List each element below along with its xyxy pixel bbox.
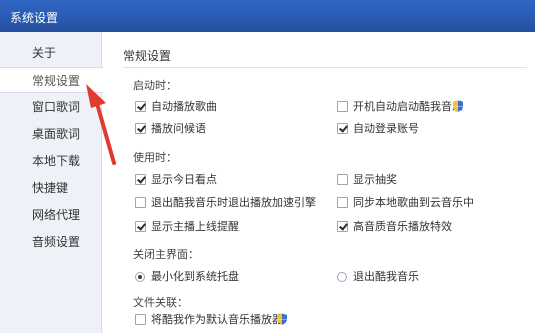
sidebar-item-general[interactable]: 常规设置 bbox=[0, 67, 103, 93]
checkbox-box bbox=[135, 221, 146, 232]
checkbox-label: 显示主播上线提醒 bbox=[151, 220, 239, 233]
checkbox-box bbox=[135, 101, 146, 112]
radio-label: 最小化到系统托盘 bbox=[151, 270, 239, 283]
checkbox-box bbox=[337, 197, 348, 208]
close-group-label: 关闭主界面： bbox=[133, 248, 199, 261]
sidebar-item-window-lyrics[interactable]: 窗口歌词 bbox=[0, 94, 102, 120]
checkbox-label: 播放问候语 bbox=[151, 122, 206, 135]
sidebar-item-proxy[interactable]: 网络代理 bbox=[0, 202, 102, 228]
checkbox-box bbox=[135, 197, 146, 208]
sidebar-item-desktop-lyrics[interactable]: 桌面歌词 bbox=[0, 121, 102, 147]
checkbox-label: 退出酷我音乐时退出播放加速引擎 bbox=[151, 196, 316, 209]
radio-dot bbox=[337, 272, 347, 282]
checkbox-label: 显示今日看点 bbox=[151, 173, 217, 186]
checkbox-label: 高音质音乐播放特效 bbox=[353, 220, 452, 233]
checkbox-box bbox=[337, 221, 348, 232]
checkbox-box bbox=[337, 123, 348, 134]
settings-content: 常规设置 启动时： 自动播放歌曲 开机自动启动酷我音乐 播放问候语 自动登录账号… bbox=[103, 32, 535, 333]
checkbox-label: 将酷我作为默认音乐播放器 bbox=[151, 313, 283, 326]
checkbox-box bbox=[337, 174, 348, 185]
sidebar-item-local-download[interactable]: 本地下载 bbox=[0, 148, 102, 174]
settings-sidebar: 关于 常规设置 窗口歌词 桌面歌词 本地下载 快捷键 网络代理 音频设置 bbox=[0, 32, 103, 333]
checkbox-label: 显示抽奖 bbox=[353, 173, 397, 186]
checkbox-label: 开机自动启动酷我音乐 bbox=[353, 100, 463, 113]
startup-group-label: 启动时： bbox=[133, 79, 177, 92]
checkbox-label: 同步本地歌曲到云音乐中 bbox=[353, 196, 474, 209]
checkbox-box bbox=[135, 123, 146, 134]
page-title: 常规设置 bbox=[123, 49, 172, 63]
title-divider bbox=[123, 67, 527, 68]
title-bar: 系统设置 bbox=[0, 0, 535, 32]
checkbox-box bbox=[135, 314, 146, 325]
sidebar-item-about[interactable]: 关于 bbox=[0, 40, 102, 66]
file-assoc-group-label: 文件关联： bbox=[133, 296, 188, 309]
radio-dot bbox=[135, 272, 145, 282]
checkbox-label: 自动登录账号 bbox=[353, 122, 419, 135]
shield-icon bbox=[453, 100, 463, 112]
usage-group-label: 使用时： bbox=[133, 151, 177, 164]
checkbox-box bbox=[135, 174, 146, 185]
checkbox-box bbox=[337, 101, 348, 112]
checkbox-label: 自动播放歌曲 bbox=[151, 100, 217, 113]
sidebar-item-hotkeys[interactable]: 快捷键 bbox=[0, 175, 102, 201]
window-title: 系统设置 bbox=[10, 11, 59, 25]
radio-label: 退出酷我音乐 bbox=[353, 270, 419, 283]
shield-icon bbox=[277, 313, 287, 325]
sidebar-item-audio[interactable]: 音频设置 bbox=[0, 229, 102, 255]
